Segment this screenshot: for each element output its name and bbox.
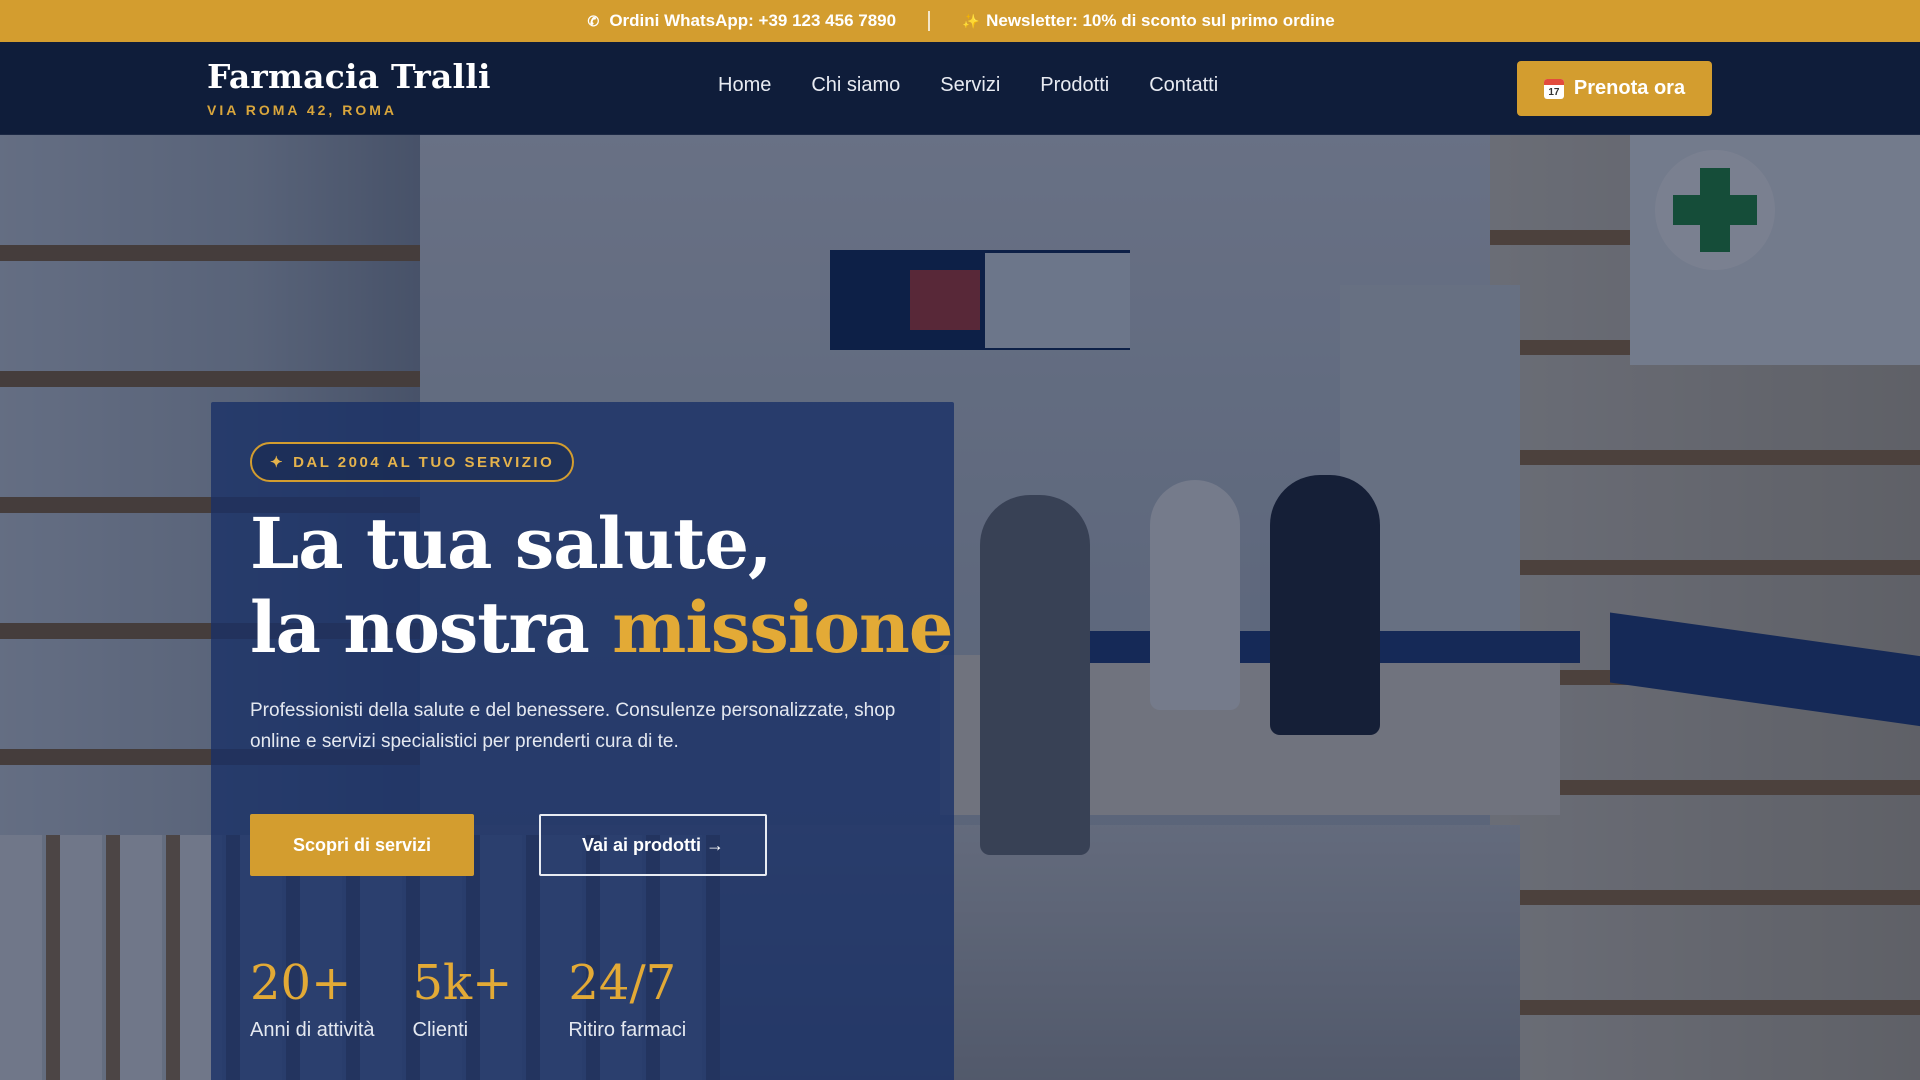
go-to-products-button[interactable]: Vai ai prodotti → — [539, 814, 767, 876]
book-now-button[interactable]: 17 Prenota ora — [1517, 61, 1712, 116]
stat-pickup: 24/7 Ritiro farmaci — [568, 953, 686, 1042]
nav-link-chi-siamo[interactable]: Chi siamo — [811, 74, 900, 97]
hero-headline: La tua salute, la nostra missione — [250, 502, 953, 669]
stat-label: Clienti — [412, 1019, 469, 1041]
discover-services-button[interactable]: Scopri di servizi — [250, 814, 474, 876]
stat-clients: 5k+ Clienti — [413, 953, 513, 1042]
hero-description: Professionisti della salute e del beness… — [250, 700, 896, 752]
stat-years: 20+ Anni di attività — [250, 953, 375, 1042]
nav-link-servizi[interactable]: Servizi — [940, 74, 1000, 97]
top-announcement-bar: ✆ Ordini WhatsApp: +39 123 456 7890 ✨ Ne… — [0, 0, 1920, 42]
brand-logo[interactable]: Farmacia Tralli VIA ROMA 42, ROMA — [207, 57, 491, 118]
nav-link-contatti[interactable]: Contatti — [1149, 74, 1218, 97]
hero-content-panel: ✦ DAL 2004 AL TUO SERVIZIO La tua salute… — [211, 402, 954, 1080]
stat-label: Anni di attività — [250, 1019, 375, 1041]
stat-label: Ritiro farmaci — [568, 1019, 687, 1041]
sparkle-icon: ✨ — [962, 12, 980, 29]
newsletter-text: Newsletter: 10% di sconto sul primo ordi… — [986, 11, 1335, 30]
brand-name: Farmacia Tralli — [207, 57, 491, 96]
phone-icon: ✆ — [587, 12, 600, 29]
since-badge-text: DAL 2004 AL TUO SERVIZIO — [293, 453, 555, 471]
whatsapp-order-info[interactable]: ✆ Ordini WhatsApp: +39 123 456 7890 — [585, 11, 896, 31]
headline-accent: missione — [612, 586, 953, 669]
nav-menu: Home Chi siamo Servizi Prodotti Contatti — [718, 74, 1218, 97]
nav-link-home[interactable]: Home — [718, 74, 771, 97]
book-now-label: Prenota ora — [1573, 77, 1686, 99]
stat-value: 5k+ — [412, 955, 513, 1011]
newsletter-info[interactable]: ✨ Newsletter: 10% di sconto sul primo or… — [962, 11, 1335, 31]
hero-stats: 20+ Anni di attività 5k+ Clienti 24/7 Ri… — [250, 953, 726, 1042]
brand-address: VIA ROMA 42, ROMA — [207, 102, 397, 118]
topbar-divider — [928, 11, 931, 31]
stat-value: 20+ — [250, 955, 352, 1011]
calendar-icon: 17 — [1543, 78, 1564, 99]
main-navbar: Farmacia Tralli VIA ROMA 42, ROMA Home C… — [0, 42, 1920, 135]
whatsapp-text: Ordini WhatsApp: +39 123 456 7890 — [609, 11, 897, 30]
hero-section: ✦ DAL 2004 AL TUO SERVIZIO La tua salute… — [0, 135, 1920, 1080]
since-badge: ✦ DAL 2004 AL TUO SERVIZIO — [250, 442, 575, 482]
stat-value: 24/7 — [568, 955, 677, 1011]
nav-link-prodotti[interactable]: Prodotti — [1040, 74, 1109, 97]
sparkle-icon: ✦ — [270, 454, 286, 471]
